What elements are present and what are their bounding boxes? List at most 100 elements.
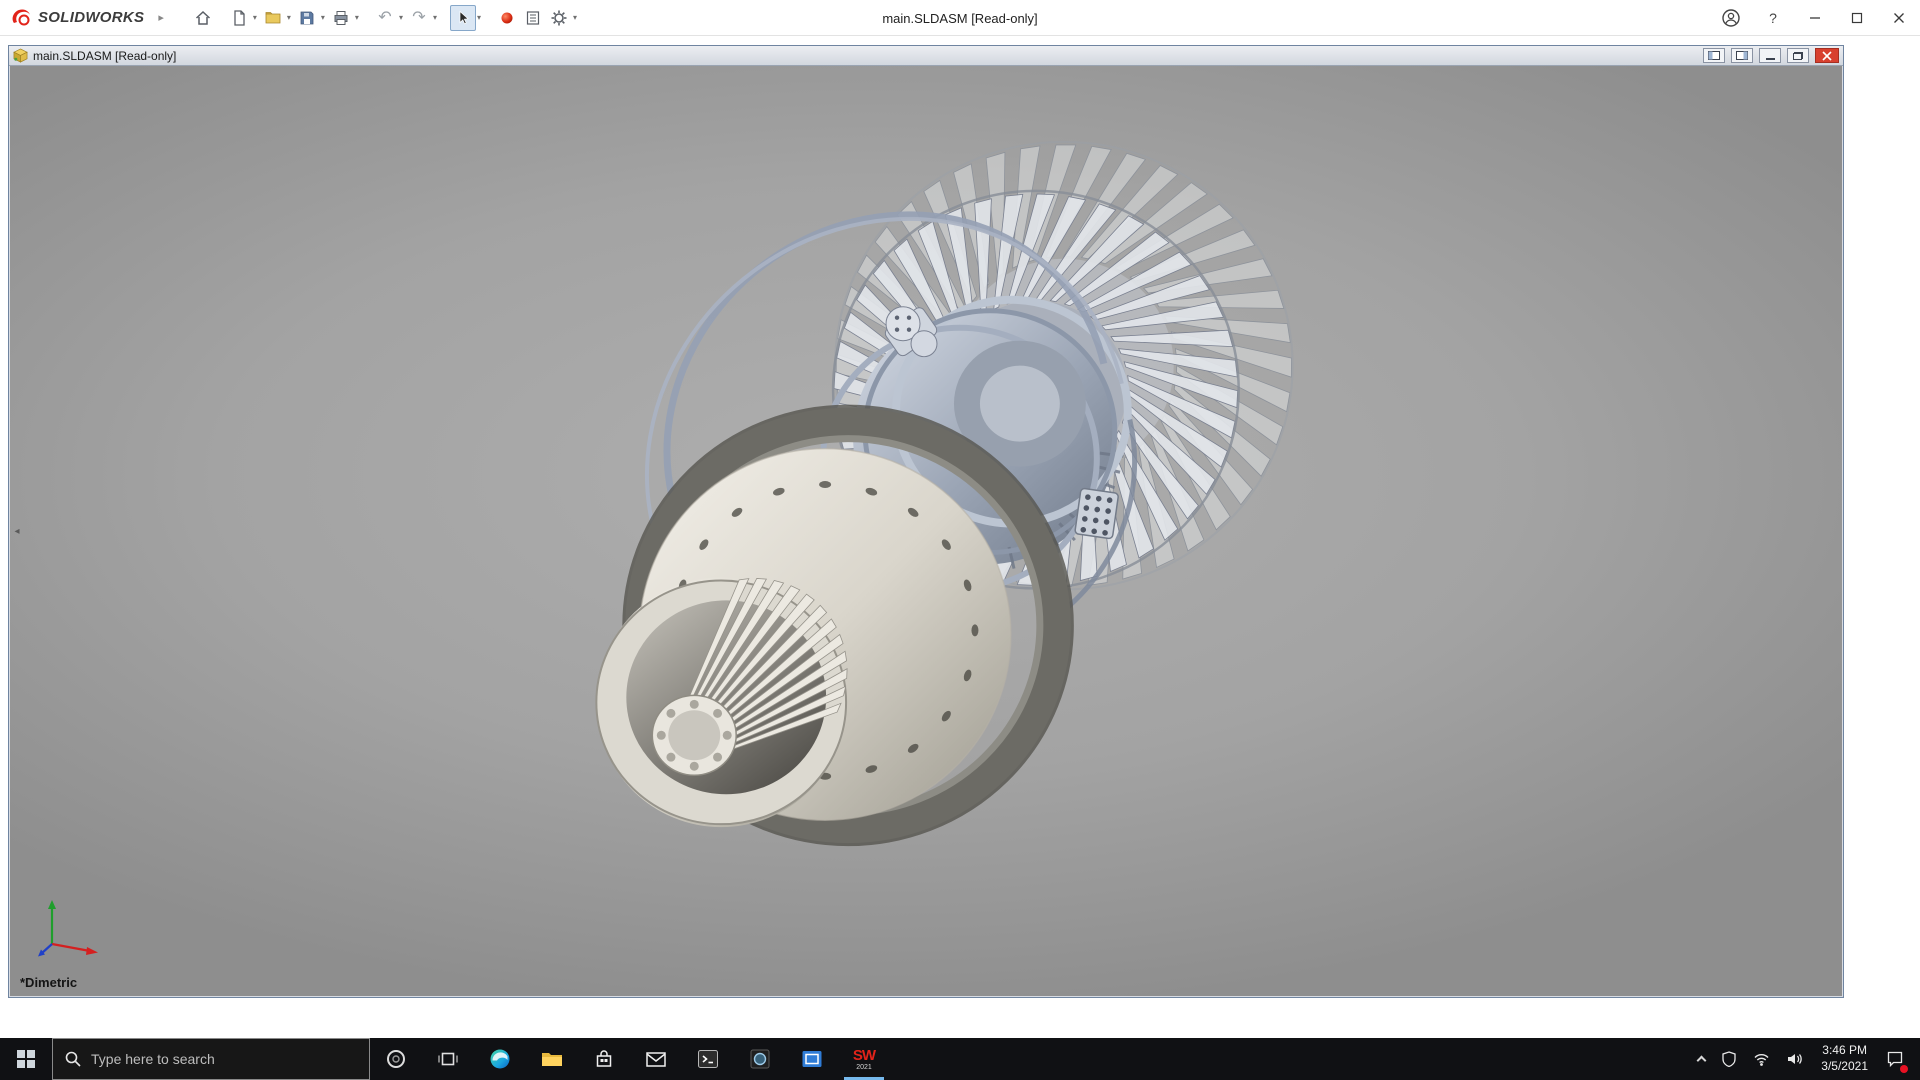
main-toolbar: ▾ ▾ ▾ ▾ ↶ ▾ ↷ ▾ ▾ xyxy=(190,5,588,31)
terminal-app-button[interactable] xyxy=(682,1038,734,1080)
security-tray-button[interactable] xyxy=(1715,1038,1743,1080)
solidworks-taskbar-button[interactable]: SW 2021 xyxy=(838,1038,890,1080)
assembly-icon xyxy=(13,48,28,63)
doc-minimize-icon xyxy=(1766,58,1775,60)
restore-icon xyxy=(1851,12,1863,24)
redo-dropdown-caret[interactable]: ▾ xyxy=(433,13,437,22)
solidworks-app-icon: SW 2021 xyxy=(853,1048,875,1071)
undo-button[interactable]: ↶ xyxy=(372,5,398,31)
properties-panel-button[interactable] xyxy=(520,5,546,31)
jet-engine-model xyxy=(10,66,1842,996)
edge-browser-button[interactable] xyxy=(474,1038,526,1080)
system-tray: 3:46 PM 3/5/2021 xyxy=(1692,1038,1920,1080)
window-title: main.SLDASM [Read-only] xyxy=(882,0,1037,36)
help-icon: ? xyxy=(1769,10,1777,26)
open-button[interactable] xyxy=(260,5,286,31)
task-view-button[interactable] xyxy=(422,1038,474,1080)
doc-close-button[interactable] xyxy=(1815,48,1839,63)
new-document-icon xyxy=(230,9,248,27)
tray-time: 3:46 PM xyxy=(1821,1043,1868,1059)
redo-button[interactable]: ↷ xyxy=(406,5,432,31)
sw-year: 2021 xyxy=(856,1064,872,1071)
show-hidden-icons-button[interactable] xyxy=(1692,1038,1711,1080)
wifi-icon xyxy=(1753,1051,1770,1067)
graphics-viewport[interactable]: *Dimetric ◂ xyxy=(10,66,1842,996)
doc-pane-toggle-right-button[interactable] xyxy=(1731,48,1753,63)
photos-app-icon xyxy=(748,1047,772,1071)
notification-badge xyxy=(1900,1065,1908,1073)
undo-icon: ↶ xyxy=(378,10,391,26)
new-dropdown-caret[interactable]: ▾ xyxy=(253,13,257,22)
chevron-up-icon xyxy=(1697,1056,1707,1066)
select-tool-button[interactable] xyxy=(450,5,476,31)
open-folder-icon xyxy=(264,9,282,27)
save-dropdown-caret[interactable]: ▾ xyxy=(321,13,325,22)
options-button[interactable] xyxy=(546,5,572,31)
home-button[interactable] xyxy=(190,5,216,31)
doc-minimize-button[interactable] xyxy=(1759,48,1781,63)
taskbar-search-input[interactable]: Type here to search xyxy=(52,1038,370,1080)
document-window: main.SLDASM [Read-only] xyxy=(8,45,1844,998)
store-bag-icon xyxy=(593,1048,615,1070)
print-button[interactable] xyxy=(328,5,354,31)
pane-left-icon xyxy=(1708,51,1720,60)
restore-button[interactable] xyxy=(1836,0,1878,36)
account-button[interactable] xyxy=(1710,0,1752,36)
undo-dropdown-caret[interactable]: ▾ xyxy=(399,13,403,22)
save-icon xyxy=(298,9,316,27)
mouse-gestures-icon xyxy=(498,9,516,27)
document-window-controls xyxy=(1703,48,1839,63)
open-dropdown-caret[interactable]: ▾ xyxy=(287,13,291,22)
window-controls: ? xyxy=(1710,0,1920,36)
document-title: main.SLDASM [Read-only] xyxy=(33,49,176,63)
cortana-icon xyxy=(385,1048,407,1070)
windows-taskbar: Type here to search SW xyxy=(0,1038,1920,1080)
save-button[interactable] xyxy=(294,5,320,31)
print-dropdown-caret[interactable]: ▾ xyxy=(355,13,359,22)
new-document-button[interactable] xyxy=(226,5,252,31)
account-icon xyxy=(1721,8,1741,28)
windows-logo-icon xyxy=(17,1050,35,1068)
start-button[interactable] xyxy=(0,1038,52,1080)
minimize-button[interactable] xyxy=(1794,0,1836,36)
doc-pane-toggle-left-button[interactable] xyxy=(1703,48,1725,63)
select-dropdown-caret[interactable]: ▾ xyxy=(477,13,481,22)
redo-icon: ↷ xyxy=(412,10,425,26)
options-dropdown-caret[interactable]: ▾ xyxy=(573,13,577,22)
shield-icon xyxy=(1721,1051,1737,1067)
volume-icon xyxy=(1786,1051,1803,1067)
brand-name: SOLIDWORKS xyxy=(38,9,144,26)
view-orientation-label: *Dimetric xyxy=(20,975,77,990)
app-client-area: main.SLDASM [Read-only] xyxy=(0,37,1920,1038)
doc-restore-button[interactable] xyxy=(1787,48,1809,63)
minimize-icon xyxy=(1809,12,1821,24)
edge-icon xyxy=(488,1047,512,1071)
photos-app-button[interactable] xyxy=(734,1038,786,1080)
cortana-button[interactable] xyxy=(370,1038,422,1080)
network-tray-button[interactable] xyxy=(1747,1038,1776,1080)
search-placeholder: Type here to search xyxy=(91,1051,215,1067)
help-button[interactable]: ? xyxy=(1752,0,1794,36)
store-button[interactable] xyxy=(578,1038,630,1080)
file-explorer-icon xyxy=(540,1047,564,1071)
video-app-button[interactable] xyxy=(786,1038,838,1080)
document-titlebar[interactable]: main.SLDASM [Read-only] xyxy=(9,46,1843,66)
toolbar-flyout-arrow[interactable]: ▸ xyxy=(158,11,164,24)
file-explorer-button[interactable] xyxy=(526,1038,578,1080)
close-button[interactable] xyxy=(1878,0,1920,36)
volume-tray-button[interactable] xyxy=(1780,1038,1809,1080)
gear-icon xyxy=(550,9,568,27)
doc-restore-icon xyxy=(1793,52,1803,60)
video-app-icon xyxy=(800,1047,824,1071)
task-view-icon xyxy=(437,1048,459,1070)
pane-right-icon xyxy=(1736,51,1748,60)
mail-button[interactable] xyxy=(630,1038,682,1080)
panel-collapse-arrow[interactable]: ◂ xyxy=(10,518,24,544)
action-center-button[interactable] xyxy=(1880,1038,1910,1080)
doc-close-icon xyxy=(1822,51,1832,61)
mouse-gestures-button[interactable] xyxy=(494,5,520,31)
taskbar-clock[interactable]: 3:46 PM 3/5/2021 xyxy=(1813,1043,1876,1074)
tray-date: 3/5/2021 xyxy=(1821,1059,1868,1075)
sw-letters: SW xyxy=(853,1048,875,1063)
print-icon xyxy=(332,9,350,27)
